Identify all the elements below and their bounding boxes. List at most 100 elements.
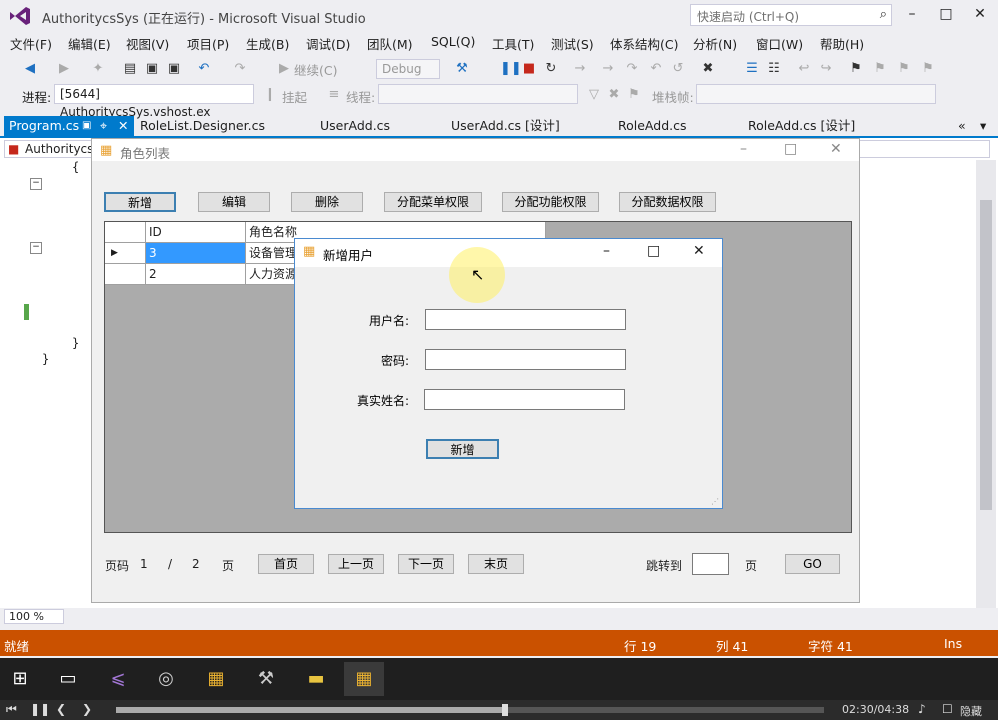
first-page-button[interactable]: 首页	[258, 554, 314, 574]
save-all-icon[interactable]: ▣	[166, 61, 182, 77]
menu-build[interactable]: 生成(B)	[246, 34, 289, 53]
hex-display-icon[interactable]: ✖	[700, 61, 716, 77]
pin-icon[interactable]: ⌖	[100, 116, 107, 136]
menu-team[interactable]: 团队(M)	[367, 34, 413, 53]
pause-icon[interactable]: ❚❚	[30, 702, 50, 716]
uncomment-icon[interactable]: ↪	[818, 61, 834, 77]
tools-task-icon[interactable]: ⚒	[246, 662, 286, 696]
scrollbar-thumb[interactable]	[980, 200, 992, 510]
next-icon[interactable]: ❯	[82, 702, 92, 716]
menu-architecture[interactable]: 体系结构(C)	[610, 34, 678, 53]
undo-icon[interactable]: ↶	[196, 61, 212, 77]
winform-task-icon[interactable]: ▦	[196, 662, 236, 696]
tab-program-cs[interactable]: Program.cs ▣ ⌖ ✕	[4, 116, 134, 136]
start-icon[interactable]: ⊞	[0, 662, 40, 696]
resize-grip-icon[interactable]: ⋰	[711, 497, 719, 506]
checkbox-icon[interactable]: ☐	[942, 702, 953, 716]
next-bookmark-icon[interactable]: ⚑	[896, 61, 912, 77]
open-file-icon[interactable]: ▤	[122, 61, 138, 77]
continue-label[interactable]: 继续(C)	[294, 60, 337, 79]
forward-icon[interactable]: ▶	[56, 61, 72, 77]
configuration-select[interactable]: Debug	[376, 59, 440, 79]
stackframe-select[interactable]	[696, 84, 936, 104]
step-back-icon[interactable]: ↺	[670, 61, 686, 77]
add-role-button[interactable]: 新增	[104, 192, 176, 212]
step-over-icon[interactable]: ↷	[624, 61, 640, 77]
menu-test[interactable]: 测试(S)	[551, 34, 594, 53]
maximize-button[interactable]: □	[934, 6, 958, 26]
row-header[interactable]	[105, 264, 146, 285]
search-icon[interactable]: ⌕	[880, 7, 887, 22]
zoom-select[interactable]: 100 %	[4, 609, 64, 624]
menu-analyze[interactable]: 分析(N)	[693, 34, 737, 53]
table-cell[interactable]: 3	[146, 243, 246, 264]
delete-role-button[interactable]: 删除	[291, 192, 363, 212]
edit-role-button[interactable]: 编辑	[198, 192, 270, 212]
submit-add-user-button[interactable]: 新增	[426, 439, 499, 459]
show-next-statement-icon[interactable]: →	[572, 61, 588, 77]
skip-back-icon[interactable]: ⏮	[6, 702, 17, 717]
threads-icon[interactable]: ☰	[744, 61, 760, 77]
process-select[interactable]: [5644] AuthoritycsSys.vshost.ex	[54, 84, 254, 119]
save-icon[interactable]: ▣	[144, 61, 160, 77]
go-button[interactable]: GO	[785, 554, 840, 574]
comment-icon[interactable]: ↩	[796, 61, 812, 77]
new-project-icon[interactable]: ✦	[90, 61, 106, 77]
username-input[interactable]	[425, 309, 626, 330]
progress-track[interactable]	[116, 704, 824, 716]
redo-icon[interactable]: ↷	[232, 61, 248, 77]
real-name-input[interactable]	[424, 389, 625, 410]
task-view-icon[interactable]: ▭	[48, 662, 88, 696]
assign-function-permission-button[interactable]: 分配功能权限	[502, 192, 599, 212]
app-task-icon[interactable]: ◎	[146, 662, 186, 696]
row-header-selected[interactable]: ▶	[105, 243, 146, 264]
table-cell[interactable]: 2	[146, 264, 246, 285]
menu-file[interactable]: 文件(F)	[10, 34, 52, 53]
prev-icon[interactable]: ❮	[56, 702, 66, 716]
tab-useradd-design[interactable]: UserAdd.cs [设计]	[451, 116, 560, 136]
lifecycle-icon[interactable]: ❙	[262, 87, 278, 103]
progress-handle[interactable]	[502, 704, 509, 716]
next-page-button[interactable]: 下一页	[398, 554, 454, 574]
file-explorer-task-icon[interactable]: ▬	[296, 662, 336, 696]
suspend-label[interactable]: 挂起	[282, 87, 307, 106]
column-header-id[interactable]: ID	[146, 222, 246, 243]
prev-bookmark-icon[interactable]: ⚑	[872, 61, 888, 77]
minimize-button[interactable]: –	[900, 6, 924, 26]
member-combo[interactable]	[858, 140, 990, 158]
prev-page-button[interactable]: 上一页	[328, 554, 384, 574]
hide-label[interactable]: 隐藏	[960, 703, 982, 719]
pause-icon[interactable]: ❚❚	[500, 61, 522, 77]
scroll-tabs-icon[interactable]: «	[958, 116, 966, 136]
show-flagged-icon[interactable]: ⚑	[626, 87, 642, 103]
visual-studio-task-icon[interactable]: ⩽	[98, 662, 138, 696]
thread-select[interactable]	[378, 84, 578, 104]
minimize-button[interactable]: –	[603, 243, 610, 259]
collapse-icon[interactable]: −	[30, 178, 42, 190]
close-button[interactable]: ✕	[693, 243, 705, 259]
close-tab-icon[interactable]: ✕	[118, 116, 128, 136]
clear-bookmarks-icon[interactable]: ⚑	[920, 61, 936, 77]
tab-menu-icon[interactable]: ▾	[980, 116, 986, 136]
minimize-button[interactable]: –	[740, 141, 747, 157]
menu-edit[interactable]: 编辑(E)	[68, 34, 111, 53]
maximize-button[interactable]: □	[647, 243, 660, 259]
maximize-button[interactable]: □	[784, 141, 797, 157]
step-out-icon[interactable]: ↶	[648, 61, 664, 77]
call-stack-icon[interactable]: ☷	[766, 61, 782, 77]
menu-debug[interactable]: 调试(D)	[306, 34, 350, 53]
tab-roleadd-cs[interactable]: RoleAdd.cs	[618, 116, 687, 136]
menu-project[interactable]: 项目(P)	[187, 34, 229, 53]
vertical-scrollbar[interactable]	[976, 160, 996, 608]
close-button[interactable]: ✕	[968, 6, 992, 26]
close-button[interactable]: ✕	[830, 141, 842, 157]
menu-view[interactable]: 视图(V)	[126, 34, 169, 53]
continue-icon[interactable]: ▶	[276, 61, 292, 77]
step-into-icon[interactable]: →	[600, 61, 616, 77]
tab-useradd-cs[interactable]: UserAdd.cs	[320, 116, 390, 136]
tab-roleadd-design[interactable]: RoleAdd.cs [设计]	[748, 116, 855, 136]
back-icon[interactable]: ◀	[22, 61, 38, 77]
flag-threads-icon[interactable]: ✖	[606, 87, 622, 103]
password-input[interactable]	[425, 349, 626, 370]
jump-page-input[interactable]	[692, 553, 729, 575]
